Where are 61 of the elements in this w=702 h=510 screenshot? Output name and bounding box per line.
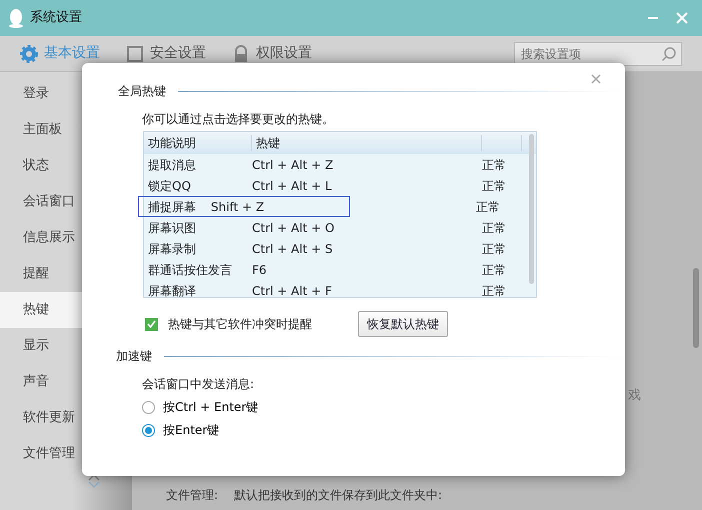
- sidebar-item[interactable]: 文件管理: [0, 436, 132, 472]
- scrollbar-thumb[interactable]: [693, 268, 699, 348]
- scrollbar-thumb[interactable]: [529, 134, 534, 284]
- sidebar-item[interactable]: 软件更新: [0, 400, 132, 436]
- section-title: 加速键: [116, 348, 152, 365]
- column-header: 功能说明: [148, 136, 196, 150]
- settings-tab[interactable]: 权限设置: [232, 43, 312, 64]
- settings-tab[interactable]: 安全设置: [126, 43, 206, 64]
- checkbox-label: 热键与其它软件冲突时提醒: [168, 316, 312, 333]
- search-field[interactable]: 搜索设置项: [514, 42, 682, 66]
- table-cell: 锁定QQ: [148, 178, 191, 192]
- checkbox[interactable]: [145, 318, 158, 330]
- table-cell: 正常: [482, 158, 506, 172]
- close-icon: [591, 74, 601, 84]
- sidebar-item[interactable]: 提醒: [0, 256, 132, 292]
- file-label: 文件管理:: [166, 487, 218, 504]
- table-cell: Ctrl + Alt + F: [252, 284, 332, 298]
- table-cell: 正常: [476, 200, 500, 214]
- column-header: 热键: [256, 136, 280, 150]
- scroll-down-icon: [88, 481, 100, 488]
- table-cell: 捕捉屏幕: [148, 200, 196, 214]
- file-text: 默认把接收到的文件保存到此文件夹中:: [234, 487, 442, 504]
- text-fragment: 戏: [628, 387, 641, 405]
- table-cell: Ctrl + Alt + Z: [252, 158, 334, 172]
- table-cell: 群通话按住发言: [148, 262, 232, 276]
- table-cell: 正常: [482, 220, 506, 234]
- table-cell: Ctrl + Alt + L: [252, 178, 332, 192]
- search-icon: [661, 46, 677, 62]
- minimize-icon: [648, 17, 658, 20]
- table-cell: 屏幕识图: [148, 220, 196, 234]
- table-cell: 提取消息: [148, 158, 196, 172]
- table-cell: 正常: [482, 284, 506, 298]
- sidebar-item[interactable]: 主面板: [0, 112, 132, 148]
- sidebar-item[interactable]: 状态: [0, 148, 132, 184]
- description-text: 你可以通过点击选择要更改的热键。: [142, 111, 335, 128]
- gear-icon: [20, 44, 38, 62]
- table-cell: 正常: [482, 178, 506, 192]
- table-cell: 屏幕翻译: [148, 284, 196, 298]
- table-cell: 屏幕录制: [148, 242, 196, 256]
- sidebar-item[interactable]: 声音: [0, 364, 132, 400]
- sidebar-item[interactable]: 信息展示: [0, 220, 132, 256]
- table-cell: Ctrl + Alt + O: [252, 220, 334, 234]
- table-cell: Ctrl + Alt + S: [252, 242, 333, 256]
- section-title: 全局热键: [118, 83, 166, 100]
- table-cell: 正常: [482, 242, 506, 256]
- sidebar-item[interactable]: 会话窗口: [0, 184, 132, 220]
- restore-defaults-button[interactable]: 恢复默认热键: [358, 311, 448, 337]
- close-icon: [676, 12, 688, 24]
- table-cell: F6: [252, 262, 267, 276]
- table-cell: 正常: [482, 262, 506, 276]
- send-label: 会话窗口中发送消息:: [142, 376, 256, 393]
- lock-icon: [232, 44, 250, 62]
- table-cell: Shift + Z: [210, 200, 264, 214]
- check-icon: [147, 320, 156, 328]
- penguin-icon: [8, 8, 24, 28]
- radio-option[interactable]: 按Ctrl + Enter键: [142, 398, 258, 416]
- scroll-up-icon: [88, 474, 100, 481]
- radio-option[interactable]: 按Enter键: [142, 421, 220, 439]
- selection-outline[interactable]: 捕捉屏幕 Shift + Z: [138, 196, 350, 217]
- window-title: 系统设置: [30, 9, 83, 28]
- square-icon: [126, 44, 144, 62]
